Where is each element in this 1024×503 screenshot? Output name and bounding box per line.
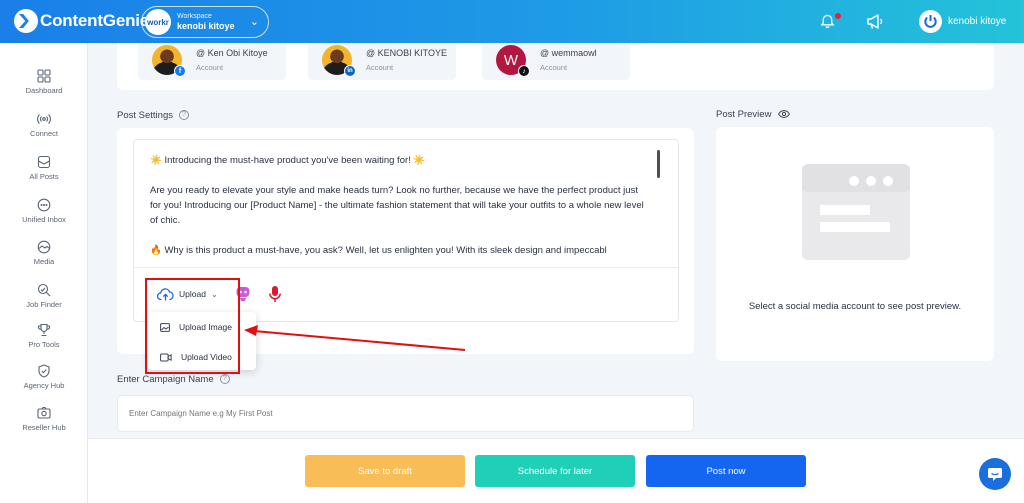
sidebar-item-unified-inbox[interactable]: Unified Inbox xyxy=(0,198,88,224)
linkedin-icon: in xyxy=(344,65,356,77)
post-paragraph: ☀️ Introducing the must-have product you… xyxy=(150,155,426,166)
account-card-tiktok[interactable]: W ♪ @ wemmaowl Account xyxy=(482,43,630,80)
tiktok-icon: ♪ xyxy=(518,65,530,77)
workspace-switcher[interactable]: workr Workspace kenobi kitoye ⌄ xyxy=(141,6,269,38)
broadcast-icon xyxy=(37,114,51,124)
microphone-icon[interactable] xyxy=(268,285,282,303)
sidebar-item-media[interactable]: Media xyxy=(0,240,88,266)
logo-icon xyxy=(14,9,38,33)
posts-icon xyxy=(37,155,51,169)
post-paragraph: 🔥 Why is this product a must-have, you a… xyxy=(150,245,607,256)
sidebar-item-label: Job Finder xyxy=(26,300,62,309)
chat-icon xyxy=(988,467,1002,481)
schedule-button[interactable]: Schedule for later xyxy=(475,455,635,487)
megaphone-icon[interactable] xyxy=(866,13,884,30)
camera-icon xyxy=(37,406,51,419)
chevron-down-icon: ⌄ xyxy=(249,16,259,28)
selected-accounts-panel: f @ Ken Obi Kitoye Account in @ KENOBI K… xyxy=(117,43,994,90)
bell-icon[interactable] xyxy=(820,14,835,29)
sidebar-item-job-finder[interactable]: Job Finder xyxy=(0,283,88,309)
campaign-title: Enter Campaign Name? xyxy=(117,374,230,385)
campaign-name-input[interactable] xyxy=(117,395,694,432)
user-avatar[interactable] xyxy=(919,10,942,33)
workspace-name: kenobi kitoye xyxy=(177,21,235,31)
campaign-label: Enter Campaign Name xyxy=(117,374,214,385)
workspace-text: Workspace kenobi kitoye xyxy=(177,13,235,31)
sidebar: Dashboard Connect All Posts Unified Inbo… xyxy=(0,43,88,503)
post-paragraph: Are you ready to elevate your style and … xyxy=(150,185,644,226)
sidebar-item-label: Unified Inbox xyxy=(22,215,66,224)
save-draft-button[interactable]: Save to draft xyxy=(305,455,465,487)
sidebar-item-label: Dashboard xyxy=(25,86,63,95)
annotation-highlight-box xyxy=(145,278,240,374)
post-preview-card: Select a social media account to see pos… xyxy=(716,127,994,361)
notification-dot xyxy=(835,13,841,19)
account-name: @ KENOBI KITOYE xyxy=(366,48,447,58)
facebook-icon: f xyxy=(174,65,186,77)
post-now-button[interactable]: Post now xyxy=(646,455,806,487)
sidebar-item-label: All Posts xyxy=(29,172,59,181)
sidebar-item-connect[interactable]: Connect xyxy=(0,112,88,138)
sidebar-item-agency-hub[interactable]: Agency Hub xyxy=(0,364,88,390)
account-card-facebook[interactable]: f @ Ken Obi Kitoye Account xyxy=(138,43,286,80)
workspace-label: Workspace xyxy=(177,13,212,20)
help-icon[interactable]: ? xyxy=(178,110,189,121)
brand-logo[interactable]: ContentGenie xyxy=(14,9,149,33)
sidebar-item-pro-tools[interactable]: Pro Tools xyxy=(0,323,88,349)
account-type: Account xyxy=(366,63,394,72)
sidebar-item-label: Reseller Hub xyxy=(22,423,66,432)
grid-icon xyxy=(37,69,51,83)
workspace-avatar: workr xyxy=(145,9,171,35)
post-preview-label: Post Preview xyxy=(716,109,772,120)
sidebar-item-label: Media xyxy=(33,257,55,266)
preview-empty-message: Select a social media account to see pos… xyxy=(748,301,962,312)
account-type: Account xyxy=(540,63,568,72)
eye-icon[interactable] xyxy=(778,110,791,119)
sidebar-item-label: Pro Tools xyxy=(28,340,60,349)
post-content-text[interactable]: ☀️ Introducing the must-have product you… xyxy=(150,153,650,273)
post-settings-label: Post Settings xyxy=(117,110,173,121)
account-card-linkedin[interactable]: in @ KENOBI KITOYE Account xyxy=(308,43,456,80)
user-name[interactable]: kenobi kitoye xyxy=(948,16,1006,27)
post-settings-title: Post Settings? xyxy=(117,110,189,121)
sidebar-item-label: Agency Hub xyxy=(23,381,65,390)
brand-name: ContentGenie xyxy=(40,11,150,30)
help-icon[interactable]: ? xyxy=(219,374,230,385)
account-name: @ wemmaowl xyxy=(540,48,597,58)
divider xyxy=(134,267,678,268)
browser-window-icon xyxy=(802,164,910,260)
sidebar-item-dashboard[interactable]: Dashboard xyxy=(0,69,88,95)
account-type: Account xyxy=(196,63,224,72)
sidebar-item-label: Connect xyxy=(30,129,58,138)
trophy-icon xyxy=(37,323,51,337)
chat-bubble-icon xyxy=(37,198,51,212)
editor-scrollbar[interactable] xyxy=(657,150,660,178)
annotation-arrow xyxy=(244,325,466,351)
search-job-icon xyxy=(37,283,51,297)
top-bar: ContentGenie workr Workspace kenobi kito… xyxy=(0,0,1024,43)
shield-icon xyxy=(38,364,50,378)
post-preview-title: Post Preview xyxy=(716,109,791,120)
media-icon xyxy=(37,240,51,254)
sidebar-item-reseller-hub[interactable]: Reseller Hub xyxy=(0,406,88,432)
support-chat-button[interactable] xyxy=(979,458,1011,490)
power-icon xyxy=(924,15,937,28)
account-name: @ Ken Obi Kitoye xyxy=(196,48,268,58)
sidebar-item-all-posts[interactable]: All Posts xyxy=(0,155,88,181)
